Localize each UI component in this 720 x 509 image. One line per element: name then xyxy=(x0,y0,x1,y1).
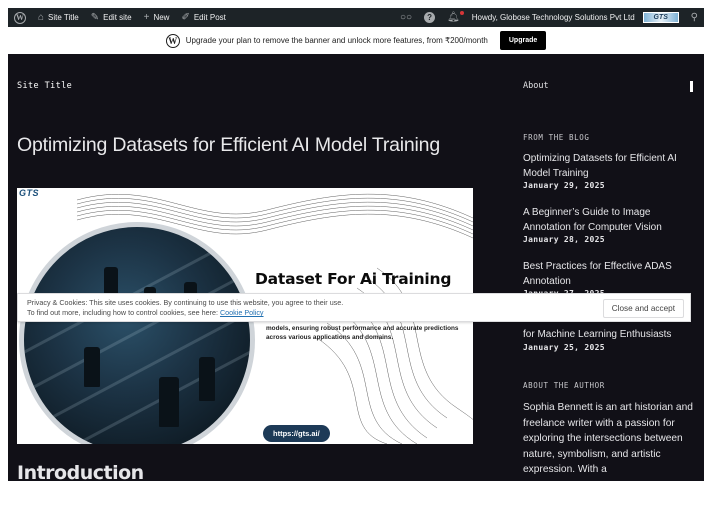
blog-post-date: January 25, 2025 xyxy=(523,342,605,352)
site-content: Site Title About Optimizing Datasets for… xyxy=(8,54,704,481)
blog-list-item: Optimizing Datasets for Efficient AI Mod… xyxy=(523,152,693,190)
reader-link[interactable]: ○○ xyxy=(394,8,418,27)
upgrade-banner: W Upgrade your plan to remove the banner… xyxy=(8,27,704,54)
person-silhouette xyxy=(84,347,100,387)
blog-post-link[interactable]: Best Practices for Effective ADAS Annota… xyxy=(523,260,693,289)
featured-heading: Dataset For Ai Training xyxy=(255,270,452,288)
author-bio: Sophia Bennett is an art historian and f… xyxy=(523,402,693,475)
admin-bar: W ⌂ Site Title ✎ Edit site + New ✐ Edit … xyxy=(8,8,704,27)
blog-post-link[interactable]: A Beginner’s Guide to Image Annotation f… xyxy=(523,206,693,235)
blog-list-item: A Beginner’s Guide to Image Annotation f… xyxy=(523,206,693,244)
new-content-menu[interactable]: + New xyxy=(138,8,176,27)
help-link[interactable]: ? xyxy=(418,8,441,27)
nav-about-link[interactable]: About xyxy=(523,81,549,91)
help-icon: ? xyxy=(424,12,436,23)
bell-icon: 🔔︎ xyxy=(447,11,460,23)
cookie-line-2-text: To find out more, including how to contr… xyxy=(27,308,218,317)
reader-glasses-icon: ○○ xyxy=(399,11,413,23)
edit-post-link[interactable]: ✐ Edit Post xyxy=(175,8,231,27)
wordpress-logo-icon: W xyxy=(14,11,26,24)
upgrade-button[interactable]: Upgrade xyxy=(499,31,547,50)
wordpress-menu[interactable]: W xyxy=(8,8,32,27)
admin-site-title[interactable]: ⌂ Site Title xyxy=(32,8,85,27)
howdy-label: Howdy, Globose Technology Solutions Pvt … xyxy=(471,13,635,22)
search-icon: ⚲ xyxy=(690,11,698,23)
section-heading-introduction: Introduction xyxy=(17,462,144,481)
new-label: New xyxy=(153,13,170,22)
admin-search[interactable]: ⚲ xyxy=(685,8,704,27)
avatar: GTS xyxy=(642,12,679,23)
my-account-menu[interactable]: Howdy, Globose Technology Solutions Pvt … xyxy=(466,8,685,27)
plus-icon: + xyxy=(143,11,150,23)
brush-icon: ✎ xyxy=(90,11,100,23)
menu-toggle-icon[interactable] xyxy=(690,81,693,92)
home-icon: ⌂ xyxy=(38,11,45,23)
cookie-line-1: Privacy & Cookies: This site uses cookie… xyxy=(27,298,344,307)
cookie-policy-link[interactable]: Cookie Policy xyxy=(220,308,264,317)
wordpress-logo-icon: W xyxy=(165,33,180,48)
edit-site-link[interactable]: ✎ Edit site xyxy=(85,8,138,27)
blog-post-link[interactable]: for Machine Learning Enthusiasts xyxy=(523,328,693,343)
site-title[interactable]: Site Title xyxy=(17,81,72,91)
cookie-line-2: To find out more, including how to contr… xyxy=(27,308,343,318)
edit-post-label: Edit Post xyxy=(193,13,226,22)
gts-logo: GTS xyxy=(19,188,40,198)
edit-site-label: Edit site xyxy=(103,13,132,22)
admin-site-title-label: Site Title xyxy=(48,13,79,22)
cookie-text: Privacy & Cookies: This site uses cookie… xyxy=(27,298,343,318)
blog-list-item: for Machine Learning Enthusiasts January… xyxy=(523,328,693,352)
escalator-photo xyxy=(19,222,255,444)
close-and-accept-button[interactable]: Close and accept xyxy=(602,299,684,318)
featured-url-badge: https://gts.ai/ xyxy=(263,425,330,442)
person-silhouette xyxy=(159,377,179,427)
blog-post-link[interactable]: Optimizing Datasets for Efficient AI Mod… xyxy=(523,152,693,181)
cookie-banner: Privacy & Cookies: This site uses cookie… xyxy=(17,293,691,322)
about-the-author-heading: ABOUT THE AUTHOR xyxy=(523,381,605,390)
pencil-icon: ✐ xyxy=(181,11,190,23)
notifications-link[interactable]: 🔔︎ xyxy=(441,8,466,27)
person-silhouette xyxy=(199,357,215,401)
featured-body-text: models, ensuring robust performance and … xyxy=(266,325,459,341)
post-title: Optimizing Datasets for Efficient AI Mod… xyxy=(17,134,440,156)
blog-post-date: January 28, 2025 xyxy=(523,235,605,244)
upgrade-banner-text: Upgrade your plan to remove the banner a… xyxy=(185,36,488,45)
from-the-blog-heading: FROM THE BLOG xyxy=(523,133,590,142)
blog-post-date: January 29, 2025 xyxy=(523,181,605,190)
